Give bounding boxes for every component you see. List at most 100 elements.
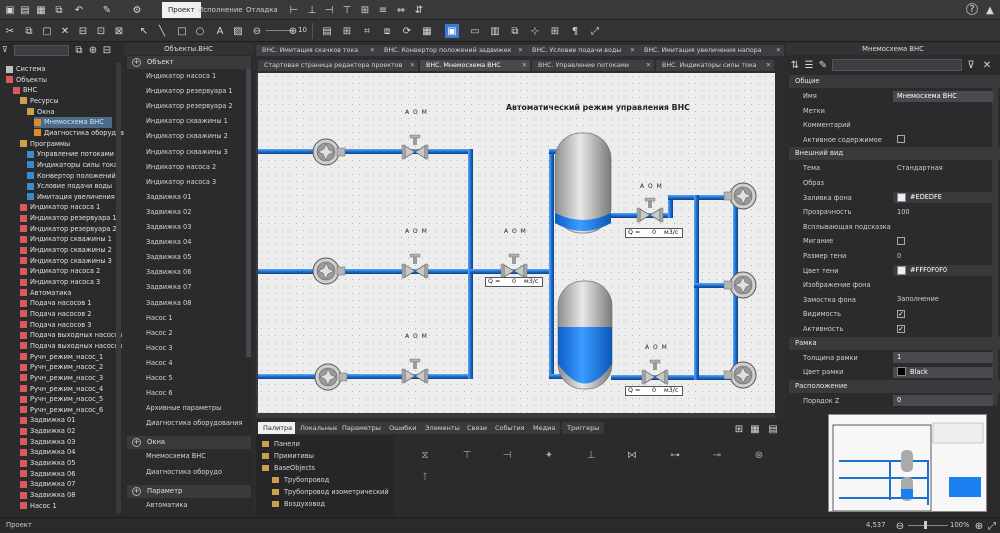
list-section-header[interactable]: + Параметр — [127, 484, 251, 498]
property-value[interactable]: ✓ — [893, 324, 993, 335]
close-icon[interactable]: ✕ — [766, 60, 771, 71]
property-value[interactable] — [893, 280, 993, 291]
tree-item[interactable]: Автоматика — [20, 288, 112, 299]
list-section-header[interactable]: + Объект — [127, 56, 251, 69]
list-item[interactable]: Насос 5 — [146, 374, 173, 382]
tree-item[interactable]: Подача насосов 3 — [20, 320, 112, 331]
props-category-icon[interactable]: ☰ — [802, 58, 816, 72]
list-item[interactable]: Индикатор скважины 2 — [146, 132, 228, 140]
property-value[interactable] — [893, 120, 993, 131]
document-tab[interactable]: ВНС. Управление потоками ✕ — [532, 60, 654, 71]
list-item[interactable]: Насос 3 — [146, 344, 173, 352]
document-tab[interactable]: ВНС. Конвертор положений задвижек ✕ — [378, 45, 526, 56]
view-large-icon[interactable]: ▦ — [748, 422, 762, 436]
palette-tab[interactable]: События — [490, 422, 530, 434]
ellipse-icon[interactable]: ○ — [193, 24, 207, 38]
tree-item[interactable]: Задвижка 05 — [20, 458, 112, 469]
align-top-icon[interactable]: ⊤ — [340, 3, 354, 17]
palette-tab[interactable]: Элементы — [420, 422, 465, 434]
document-tab[interactable]: ВНС. Мнемосхема ВНС ✕ — [420, 60, 530, 71]
paste-icon[interactable]: ▢ — [40, 24, 54, 38]
tree-scrollbar[interactable] — [116, 63, 121, 513]
property-value[interactable] — [893, 178, 993, 189]
props-sort-icon[interactable]: ⇅ — [788, 58, 802, 72]
tree-item[interactable]: Индикатор скважины 2 — [20, 245, 112, 256]
document-tab[interactable]: ВНС. Индикаторы силы тока ✕ — [656, 60, 774, 71]
property-row[interactable]: Цвет рамки Black — [789, 365, 1000, 380]
palette-tab[interactable]: Триггеры — [562, 422, 605, 434]
list-item[interactable]: Насос 4 — [146, 359, 173, 367]
copy-icon[interactable]: ⧉ — [52, 3, 66, 17]
document-tab[interactable]: ВНС. Имитация скачков тока ✕ — [256, 45, 378, 56]
list-item[interactable]: Задвижка 06 — [146, 268, 191, 276]
property-value[interactable]: 0 — [893, 251, 993, 262]
property-row[interactable]: Порядок Z 0 — [789, 394, 1000, 409]
filter-icon[interactable]: ⊽ — [2, 45, 12, 55]
close-icon[interactable]: ✕ — [410, 60, 415, 71]
palette-pipe-icon[interactable]: ⊣ — [500, 448, 514, 462]
group-icon[interactable]: ⊡ — [94, 24, 108, 38]
links-icon[interactable]: ⧉ — [508, 24, 522, 38]
palette-tab[interactable]: Параметры — [337, 422, 386, 434]
close-icon[interactable]: ✕ — [370, 45, 375, 56]
property-value[interactable]: Заполнение — [893, 294, 993, 305]
palette-fan-icon[interactable]: ⊛ — [752, 448, 766, 462]
properties-section[interactable]: Общие — [789, 75, 1000, 88]
delete-icon[interactable]: ✕ — [58, 24, 72, 38]
grid-icon[interactable]: ⊞ — [340, 24, 354, 38]
tree-item[interactable]: Индикатор насоса 1 — [20, 202, 112, 213]
list-item[interactable]: Задвижка 05 — [146, 253, 191, 261]
cut-icon[interactable]: ✂ — [3, 24, 17, 38]
palette-meter-icon[interactable]: ⊶ — [668, 448, 682, 462]
status-zoom-slider[interactable] — [908, 525, 948, 526]
list-item[interactable]: Задвижка 08 — [146, 299, 191, 307]
font-icon[interactable]: ¶ — [568, 24, 582, 38]
status-zoom-out-icon[interactable]: ⊖ — [893, 519, 907, 533]
tree-item[interactable]: Задвижка 03 — [20, 437, 112, 448]
tree-item[interactable]: Задвижка 07 — [20, 479, 112, 490]
edit-icon[interactable]: ✎ — [100, 3, 114, 17]
palette-tap-icon[interactable]: ⊥ — [584, 448, 598, 462]
palette-tab[interactable]: Локальные — [295, 422, 344, 434]
distribute-v-icon[interactable]: ≡ — [376, 3, 390, 17]
property-row[interactable]: Заливка фона #EDEDFE — [789, 191, 1000, 206]
anchor-icon[interactable]: ⊹ — [528, 24, 542, 38]
palette-pump-icon[interactable]: ✦ — [542, 448, 556, 462]
tree-item[interactable]: Индикатор скважины 3 — [20, 256, 112, 267]
palette-valve2-icon[interactable]: ⊤ — [460, 448, 474, 462]
property-row[interactable]: Всплывающая подсказка — [789, 220, 1000, 235]
view-grid-icon[interactable]: ⊞ — [732, 422, 746, 436]
palette-tree-item[interactable]: Панели — [262, 440, 300, 448]
status-zoom-in-icon[interactable]: ⊕ — [972, 519, 986, 533]
property-row[interactable]: Замостка фона Заполнение — [789, 293, 1000, 308]
palette-valve4-icon[interactable]: ⊺ — [418, 470, 432, 484]
tree-item[interactable]: ВНС — [13, 85, 112, 96]
rect-icon[interactable]: □ — [175, 24, 189, 38]
list-item[interactable]: Индикатор скважины 1 — [146, 117, 228, 125]
align-left-icon[interactable]: ⊢ — [287, 3, 301, 17]
list-item[interactable]: Архивные параметры — [146, 404, 221, 412]
checkbox[interactable] — [897, 236, 905, 245]
align-right-icon[interactable]: ⊣ — [322, 3, 336, 17]
tree-item[interactable]: Ручн_режим_насос_1 — [20, 352, 112, 363]
tree-item[interactable]: Индикатор насоса 3 — [20, 277, 112, 288]
tree-tool3-icon[interactable]: ⊟ — [100, 43, 114, 57]
property-row[interactable]: Образ — [789, 176, 1000, 191]
tree-item[interactable]: Задвижка 01 — [20, 415, 112, 426]
tree-item[interactable]: Объекты — [6, 75, 112, 86]
close-icon[interactable]: ✕ — [776, 45, 781, 56]
props-edit-icon[interactable]: ✎ — [816, 58, 830, 72]
line-icon[interactable]: ╲ — [155, 24, 169, 38]
tree-item[interactable]: Индикаторы силы тока — [27, 160, 118, 171]
tree-item[interactable]: Индикатор скважины 1 — [20, 234, 112, 245]
status-zoom-thumb[interactable] — [924, 521, 927, 529]
view-list-icon[interactable]: ▤ — [766, 422, 780, 436]
palette-tab[interactable]: Ошибки — [384, 422, 422, 434]
mnemonic-canvas[interactable]: Автоматический режим управления ВНС А О … — [258, 73, 775, 413]
properties-section[interactable]: Внешний вид — [789, 147, 1000, 161]
ungroup-icon[interactable]: ⊠ — [112, 24, 126, 38]
property-value[interactable] — [893, 105, 993, 116]
tree-item[interactable]: Подача насосов 1 — [20, 298, 112, 309]
minimap[interactable] — [828, 414, 987, 512]
property-row[interactable]: Видимость ✓ — [789, 307, 1000, 322]
